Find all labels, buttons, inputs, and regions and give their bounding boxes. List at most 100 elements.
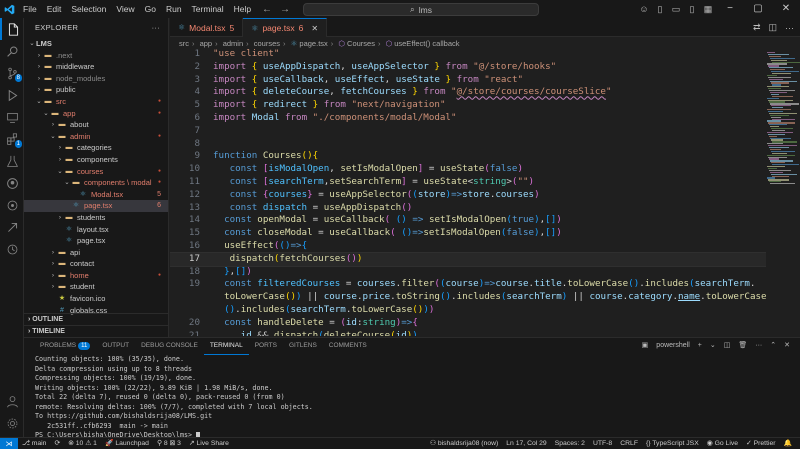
tree-file[interactable]: ⚛ layout.tsx — [24, 224, 168, 236]
outline-section[interactable]: › OUTLINE — [24, 313, 168, 325]
chevron-down-icon[interactable]: ⌄ — [710, 341, 716, 349]
close-window-button[interactable]: ✕ — [772, 0, 800, 18]
tree-folder[interactable]: › ▬ .next — [24, 50, 168, 62]
go-live-button[interactable]: ◉ Go Live — [703, 438, 742, 449]
forward-arrow-icon[interactable]: → — [280, 4, 290, 15]
launchpad-indicator[interactable]: 🚀 Launchpad — [101, 438, 153, 449]
customize-layout-icon[interactable]: ▦ — [700, 4, 716, 15]
tree-folder[interactable]: ⌄ ▬ courses ● — [24, 166, 168, 178]
tree-folder[interactable]: › ▬ home ● — [24, 270, 168, 282]
tab-gitlens[interactable]: GITLENS — [283, 338, 323, 354]
live-share-indicator[interactable]: ↗ Live Share — [185, 438, 233, 449]
toggle-secondary-sidebar-icon[interactable]: ▯ — [684, 4, 700, 15]
breadcrumb-item[interactable]: courses — [254, 39, 280, 48]
menu-help[interactable]: Help — [229, 0, 256, 18]
tab-terminal[interactable]: TERMINAL — [203, 338, 249, 355]
menu-selection[interactable]: Selection — [66, 0, 111, 18]
language-mode[interactable]: {} TypeScript JSX — [642, 438, 703, 449]
cursor-position[interactable]: Ln 17, Col 29 — [502, 438, 550, 449]
back-arrow-icon[interactable]: ← — [262, 4, 272, 15]
open-changes-icon[interactable]: ⇄ — [753, 22, 761, 33]
tree-folder[interactable]: ⌄ ▬ app ● — [24, 108, 168, 120]
menu-file[interactable]: File — [18, 0, 42, 18]
breadcrumb-item[interactable]: useEffect() callback — [394, 39, 459, 48]
tab-modal-tsx[interactable]: ⚛ Modal.tsx 5 — [170, 18, 244, 37]
tree-folder[interactable]: › ▬ node_modules — [24, 73, 168, 85]
tab-output[interactable]: OUTPUT — [96, 338, 135, 354]
breadcrumb-item[interactable]: app — [200, 39, 213, 48]
tree-folder[interactable]: ⌄ ▬ admin ● — [24, 131, 168, 143]
tree-folder[interactable]: ⌄ ▬ components \ modal ● — [24, 177, 168, 189]
tree-folder[interactable]: › ▬ student — [24, 281, 168, 293]
code-editor[interactable]: 1 "use client" 2 import { useAppDispatch, … — [170, 48, 766, 336]
tree-folder[interactable]: › ▬ components — [24, 154, 168, 166]
tab-comments[interactable]: COMMENTS — [323, 338, 373, 354]
problems-indicator[interactable]: ⊗ 10 ⚠ 1 — [64, 438, 101, 449]
explorer-icon[interactable] — [0, 18, 24, 40]
tab-ports[interactable]: PORTS — [249, 338, 283, 354]
tab-problems[interactable]: PROBLEMS 11 — [34, 338, 96, 354]
tree-file[interactable]: ★ favicon.ico — [24, 293, 168, 305]
search-icon[interactable] — [0, 40, 24, 62]
timeline-section[interactable]: › TIMELINE — [24, 325, 168, 337]
source-control-icon[interactable]: 8 — [0, 62, 24, 84]
tree-file[interactable]: ⚛ Modal.tsx 5 — [24, 189, 168, 201]
tree-folder[interactable]: › ▬ middleware — [24, 61, 168, 73]
tree-folder[interactable]: › ▬ contact — [24, 258, 168, 270]
tree-file[interactable]: ⚛ page.tsx — [24, 235, 168, 247]
tree-folder[interactable]: › ▬ api — [24, 247, 168, 259]
menu-view[interactable]: View — [111, 0, 139, 18]
toggle-sidebar-icon[interactable]: ▯ — [652, 4, 668, 15]
tree-folder[interactable]: › ▬ public — [24, 84, 168, 96]
account-icon[interactable] — [0, 390, 24, 412]
testing-icon[interactable] — [0, 150, 24, 172]
close-icon[interactable]: ✕ — [784, 341, 790, 349]
tree-file[interactable]: ⚛ page.tsx 6 — [24, 200, 168, 212]
sync-icon[interactable]: ⟳ — [50, 438, 64, 449]
tree-folder[interactable]: › ▬ categories — [24, 142, 168, 154]
maximize-button[interactable]: ▢ — [744, 0, 772, 18]
copilot-icon[interactable]: ☺ — [636, 4, 652, 14]
new-terminal-icon[interactable]: + — [698, 342, 702, 349]
menu-edit[interactable]: Edit — [42, 0, 67, 18]
remote-explorer-icon[interactable] — [0, 106, 24, 128]
prettier-indicator[interactable]: ✓ Prettier — [742, 438, 780, 449]
menu-run[interactable]: Run — [161, 0, 187, 18]
more-actions-icon[interactable]: ··· — [755, 342, 762, 349]
split-terminal-icon[interactable]: ◫ — [724, 341, 731, 349]
breadcrumb-item[interactable]: Courses — [347, 39, 375, 48]
line-ending[interactable]: CRLF — [616, 438, 642, 449]
breadcrumb-item[interactable]: admin — [223, 39, 243, 48]
settings-gear-icon[interactable] — [0, 412, 24, 434]
gitlens-icon[interactable] — [0, 194, 24, 216]
more-actions-icon[interactable]: ··· — [152, 18, 160, 38]
more-actions-icon[interactable]: ··· — [785, 23, 794, 33]
workspace-root[interactable]: ⌄ LMS — [24, 38, 168, 50]
command-center-search[interactable]: ⌕ lms — [303, 3, 539, 16]
extensions-icon[interactable]: 1 — [0, 128, 24, 150]
tree-folder[interactable]: ⌄ ▬ src ● — [24, 96, 168, 108]
run-debug-icon[interactable] — [0, 84, 24, 106]
tab-page-tsx[interactable]: ⚛ page.tsx 6 ✕ — [243, 18, 328, 37]
ports-indicator[interactable]: ⚲ 8 ⊠ 3 — [153, 438, 185, 449]
minimap[interactable] — [766, 50, 800, 336]
breadcrumb-item[interactable]: page.tsx — [299, 39, 327, 48]
indentation[interactable]: Spaces: 2 — [551, 438, 589, 449]
tree-folder[interactable]: › ▬ about — [24, 119, 168, 131]
remote-indicator-icon[interactable]: ⋊ — [0, 437, 18, 449]
toggle-panel-icon[interactable]: ▭ — [668, 4, 684, 15]
timeline-icon[interactable] — [0, 238, 24, 260]
git-blame-indicator[interactable]: ⚇ bishaldsrija08 (now) — [426, 438, 502, 449]
branch-indicator[interactable]: ⎇ main — [18, 438, 50, 449]
menu-terminal[interactable]: Terminal — [187, 0, 229, 18]
encoding[interactable]: UTF-8 — [589, 438, 616, 449]
menu-go[interactable]: Go — [140, 0, 161, 18]
tab-debug-console[interactable]: DEBUG CONSOLE — [135, 338, 204, 354]
split-editor-icon[interactable]: ◫ — [768, 22, 777, 33]
maximize-panel-icon[interactable]: ⌃ — [770, 341, 776, 349]
trash-icon[interactable]: 🗑 — [738, 341, 747, 349]
close-icon[interactable]: ✕ — [311, 24, 318, 33]
breadcrumb-item[interactable]: src — [179, 39, 189, 48]
shell-name[interactable]: powershell — [656, 342, 689, 349]
tree-folder[interactable]: › ▬ students — [24, 212, 168, 224]
